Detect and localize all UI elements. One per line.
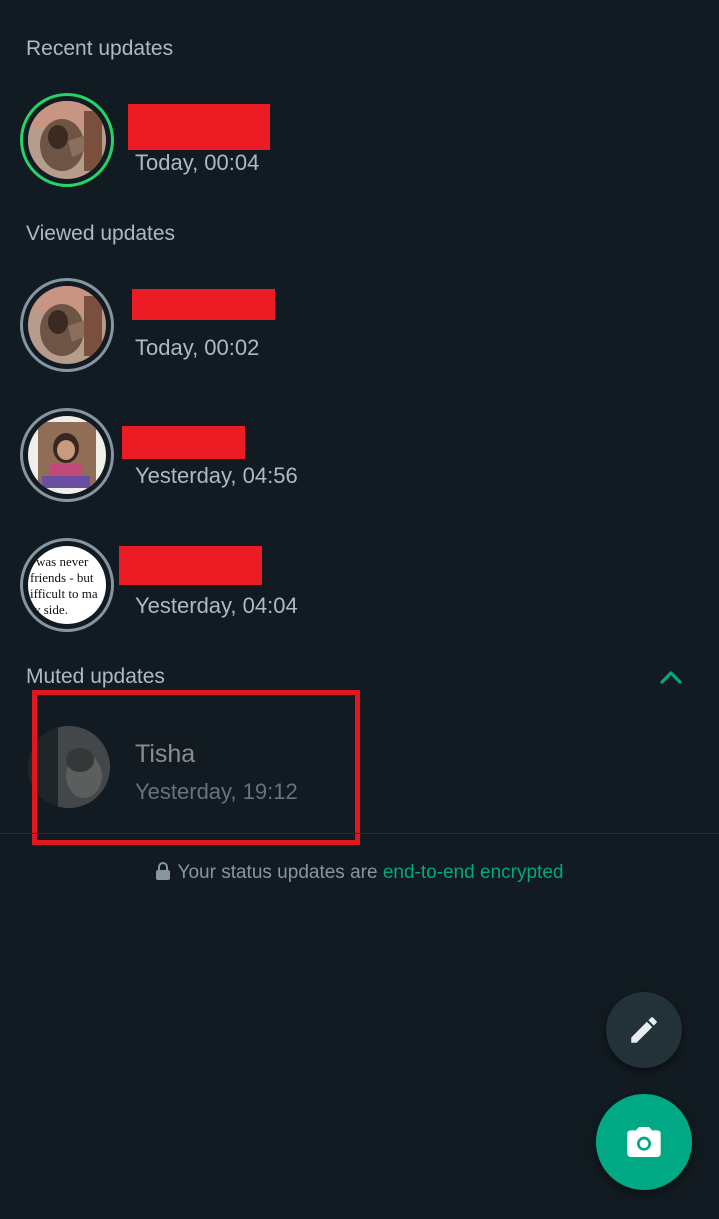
- status-row-viewed-1[interactable]: Today, 00:02: [0, 275, 719, 385]
- camera-icon: [627, 1127, 661, 1157]
- avatar[interactable]: was never friends - but ifficult to ma y…: [20, 538, 114, 632]
- encryption-text: Your status updates are: [177, 862, 383, 883]
- status-time: Yesterday, 04:56: [135, 463, 298, 488]
- chevron-up-icon[interactable]: [657, 664, 685, 692]
- encryption-link[interactable]: end-to-end encrypted: [383, 862, 564, 883]
- avatar-photo: [28, 416, 106, 494]
- section-title-muted: Muted updates: [26, 665, 165, 688]
- thumb-line: was never: [36, 554, 89, 569]
- pencil-icon: [631, 1017, 657, 1043]
- avatar-image: [28, 101, 106, 179]
- status-time: Yesterday, 04:04: [135, 593, 298, 618]
- redacted-name: [128, 104, 270, 150]
- avatar-image: was never friends - but ifficult to ma y…: [28, 546, 106, 624]
- section-title-recent: Recent updates: [26, 37, 174, 60]
- avatar-photo: [28, 101, 106, 179]
- thumb-line: y side.: [34, 602, 68, 617]
- redacted-name: [119, 546, 262, 585]
- highlight-box: [32, 690, 360, 845]
- status-row-recent-1[interactable]: Today, 00:04: [0, 90, 719, 200]
- divider: [0, 833, 719, 834]
- avatar[interactable]: [20, 408, 114, 502]
- avatar[interactable]: [20, 278, 114, 372]
- redacted-name: [132, 289, 275, 320]
- camera-button[interactable]: [596, 1094, 692, 1190]
- status-time: Today, 00:02: [135, 335, 260, 360]
- redacted-name: [122, 426, 245, 459]
- lock-icon: [155, 862, 170, 880]
- status-row-viewed-3[interactable]: was never friends - but ifficult to ma y…: [0, 535, 719, 645]
- thumb-line: ifficult to ma: [30, 586, 98, 601]
- encryption-notice: Your status updates are end-to-end encry…: [0, 862, 719, 884]
- text-status-button[interactable]: [606, 992, 682, 1068]
- status-time: Today, 00:04: [135, 150, 260, 175]
- avatar-photo: [28, 286, 106, 364]
- section-title-viewed: Viewed updates: [26, 222, 176, 245]
- thumb-line: friends - but: [30, 570, 94, 585]
- avatar-image: [28, 286, 106, 364]
- avatar-image: [28, 416, 106, 494]
- avatar[interactable]: [20, 93, 114, 187]
- status-row-viewed-2[interactable]: Yesterday, 04:56: [0, 405, 719, 515]
